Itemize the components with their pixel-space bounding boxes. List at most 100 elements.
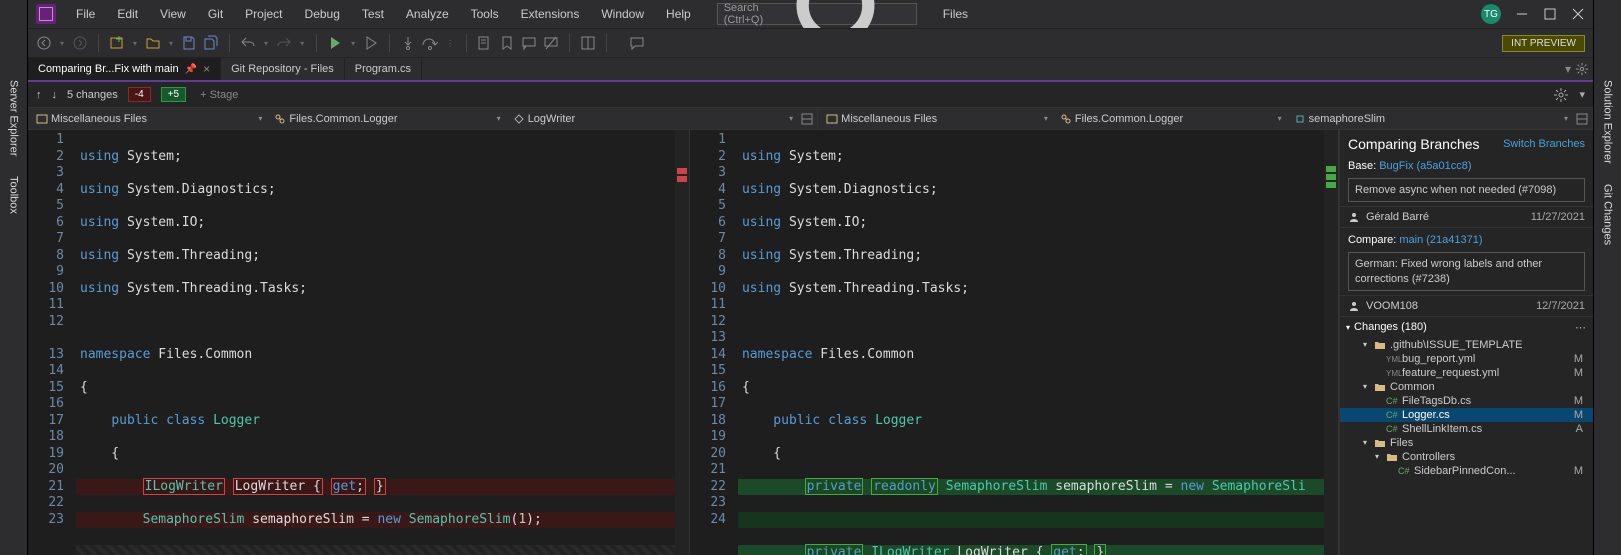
tab-git-repo[interactable]: Git Repository - Files <box>221 58 345 80</box>
tab-close-icon[interactable]: × <box>203 62 210 76</box>
diff-settings-icon[interactable] <box>1553 87 1569 103</box>
menu-project[interactable]: Project <box>235 3 292 25</box>
step-over-icon[interactable] <box>422 35 438 51</box>
close-icon[interactable] <box>1571 7 1585 21</box>
menu-debug[interactable]: Debug <box>295 3 350 25</box>
user-avatar[interactable]: TG <box>1481 4 1501 24</box>
base-ref-link[interactable]: BugFix (a5a01cc8) <box>1379 160 1471 172</box>
bc-right-class[interactable]: Files.Common.Logger▾ <box>1056 113 1286 125</box>
tree-node[interactable]: C#SidebarPinnedCon...M <box>1340 464 1593 478</box>
tree-node[interactable]: YMLfeature_request.ymlM <box>1340 366 1593 380</box>
new-project-dd[interactable]: ▾ <box>131 39 139 48</box>
maximize-icon[interactable] <box>1543 7 1557 21</box>
rail-solution-explorer[interactable]: Solution Explorer <box>1602 80 1614 164</box>
tree-node[interactable]: C#Logger.csM <box>1340 408 1593 422</box>
start-dd[interactable]: ▾ <box>349 39 357 48</box>
int-preview-badge: INT PREVIEW <box>1502 35 1585 52</box>
left-overview-strip[interactable] <box>675 130 689 555</box>
base-date: 11/27/2021 <box>1531 211 1585 223</box>
changes-more-icon[interactable]: ⋯ <box>1575 321 1587 334</box>
pin-icon[interactable]: 📌 <box>185 64 197 75</box>
uncomment-icon[interactable] <box>543 35 559 51</box>
bookmark-icon[interactable] <box>499 35 515 51</box>
new-project-icon[interactable] <box>109 35 125 51</box>
compare-title: Comparing Branches <box>1348 136 1480 152</box>
right-code-body[interactable]: using System; using System.Diagnostics; … <box>734 130 1324 555</box>
start-nodebug-icon[interactable] <box>363 35 379 51</box>
switch-branches-link[interactable]: Switch Branches <box>1503 138 1585 150</box>
menu-view[interactable]: View <box>150 3 196 25</box>
solution-name: Files <box>943 7 968 21</box>
minimize-icon[interactable] <box>1515 7 1529 21</box>
tree-node[interactable]: YMLbug_report.ymlM <box>1340 352 1593 366</box>
nav-fwd-icon[interactable] <box>72 35 88 51</box>
changes-twisty-icon[interactable]: ▾ <box>1346 323 1350 332</box>
left-breadcrumbs: Miscellaneous Files▾ Files.Common.Logger… <box>28 108 818 129</box>
main-toolbar: ▾ ▾ ▾ ▾ ▾ ▾ ⋮ INT PREVIEW <box>28 28 1593 58</box>
menu-git[interactable]: Git <box>198 3 233 25</box>
menu-help[interactable]: Help <box>656 3 701 25</box>
menu-tools[interactable]: Tools <box>461 3 509 25</box>
tab-label: Program.cs <box>355 63 411 75</box>
changes-tree[interactable]: ▾.github\ISSUE_TEMPLATEYMLbug_report.yml… <box>1340 338 1593 555</box>
person-icon <box>1348 300 1360 312</box>
split-icon[interactable] <box>1576 113 1588 125</box>
undo-icon[interactable] <box>240 35 256 51</box>
base-commit-msg: Remove async when not needed (#7098) <box>1348 178 1585 202</box>
start-icon[interactable] <box>327 35 343 51</box>
layout-icon[interactable] <box>580 35 596 51</box>
menu-extensions[interactable]: Extensions <box>511 3 590 25</box>
bc-right-project[interactable]: Miscellaneous Files▾ <box>822 113 1052 125</box>
bc-left-member[interactable]: LogWriter▾ <box>509 113 797 125</box>
compare-ref-link[interactable]: main (21a41371) <box>1399 234 1482 246</box>
tab-overflow-dd[interactable]: ▾ <box>1565 62 1571 76</box>
left-tool-rail: Server Explorer Toolbox <box>0 0 28 555</box>
left-code-body[interactable]: using System; using System.Diagnostics; … <box>72 130 675 555</box>
comment-icon[interactable] <box>521 35 537 51</box>
undo-dd[interactable]: ▾ <box>262 39 270 48</box>
nav-back-icon[interactable] <box>36 35 52 51</box>
redo-dd[interactable]: ▾ <box>298 39 306 48</box>
search-box[interactable]: Search (Ctrl+Q) <box>717 3 917 25</box>
bc-right-member[interactable]: semaphoreSlim▾ <box>1290 113 1572 125</box>
tree-node[interactable]: ▾.github\ISSUE_TEMPLATE <box>1340 338 1593 352</box>
save-all-icon[interactable] <box>203 35 219 51</box>
tree-node[interactable]: ▾Common <box>1340 380 1593 394</box>
bc-left-class[interactable]: Files.Common.Logger▾ <box>270 113 504 125</box>
split-icon[interactable] <box>801 113 813 125</box>
bc-left-project[interactable]: Miscellaneous Files▾ <box>32 113 266 125</box>
open-icon[interactable] <box>145 35 161 51</box>
tree-node[interactable]: C#FileTagsDb.csM <box>1340 394 1593 408</box>
rail-server-explorer[interactable]: Server Explorer <box>8 80 20 156</box>
stage-button[interactable]: + Stage <box>200 89 238 101</box>
search-placeholder: Search (Ctrl+Q) <box>724 2 779 26</box>
right-overview-strip[interactable] <box>1324 130 1338 555</box>
diff-settings-dd[interactable]: ▾ <box>1579 88 1585 101</box>
left-code[interactable]: 1234567891011121314151617181920212223 us… <box>28 130 689 555</box>
menu-window[interactable]: Window <box>591 3 654 25</box>
nav-back-dd[interactable]: ▾ <box>58 39 66 48</box>
right-breadcrumbs: Miscellaneous Files▾ Files.Common.Logger… <box>818 108 1593 129</box>
menu-test[interactable]: Test <box>352 3 394 25</box>
menu-edit[interactable]: Edit <box>107 3 148 25</box>
save-icon[interactable] <box>181 35 197 51</box>
rail-toolbox[interactable]: Toolbox <box>8 176 20 214</box>
prev-change-icon[interactable]: ↑ <box>36 89 42 101</box>
tab-settings-icon[interactable] <box>1575 62 1589 76</box>
rail-git-changes[interactable]: Git Changes <box>1602 184 1614 245</box>
lines-removed-badge: -4 <box>128 87 151 102</box>
next-change-icon[interactable]: ↓ <box>52 89 58 101</box>
tree-node[interactable]: ▾Files <box>1340 436 1593 450</box>
tree-node[interactable]: ▾Controllers <box>1340 450 1593 464</box>
open-dd[interactable]: ▾ <box>167 39 175 48</box>
find-in-files-icon[interactable] <box>477 35 493 51</box>
menu-file[interactable]: File <box>66 3 105 25</box>
feedback-icon[interactable] <box>629 35 645 51</box>
tab-comparing[interactable]: Comparing Br...Fix with main 📌 × <box>28 58 221 80</box>
step-into-icon[interactable] <box>400 35 416 51</box>
redo-icon[interactable] <box>276 35 292 51</box>
tree-node[interactable]: C#ShellLinkItem.csA <box>1340 422 1593 436</box>
right-code[interactable]: 123456789101112131415161718192021222324 … <box>690 130 1338 555</box>
menu-analyze[interactable]: Analyze <box>396 3 459 25</box>
tab-program-cs[interactable]: Program.cs <box>345 58 422 80</box>
